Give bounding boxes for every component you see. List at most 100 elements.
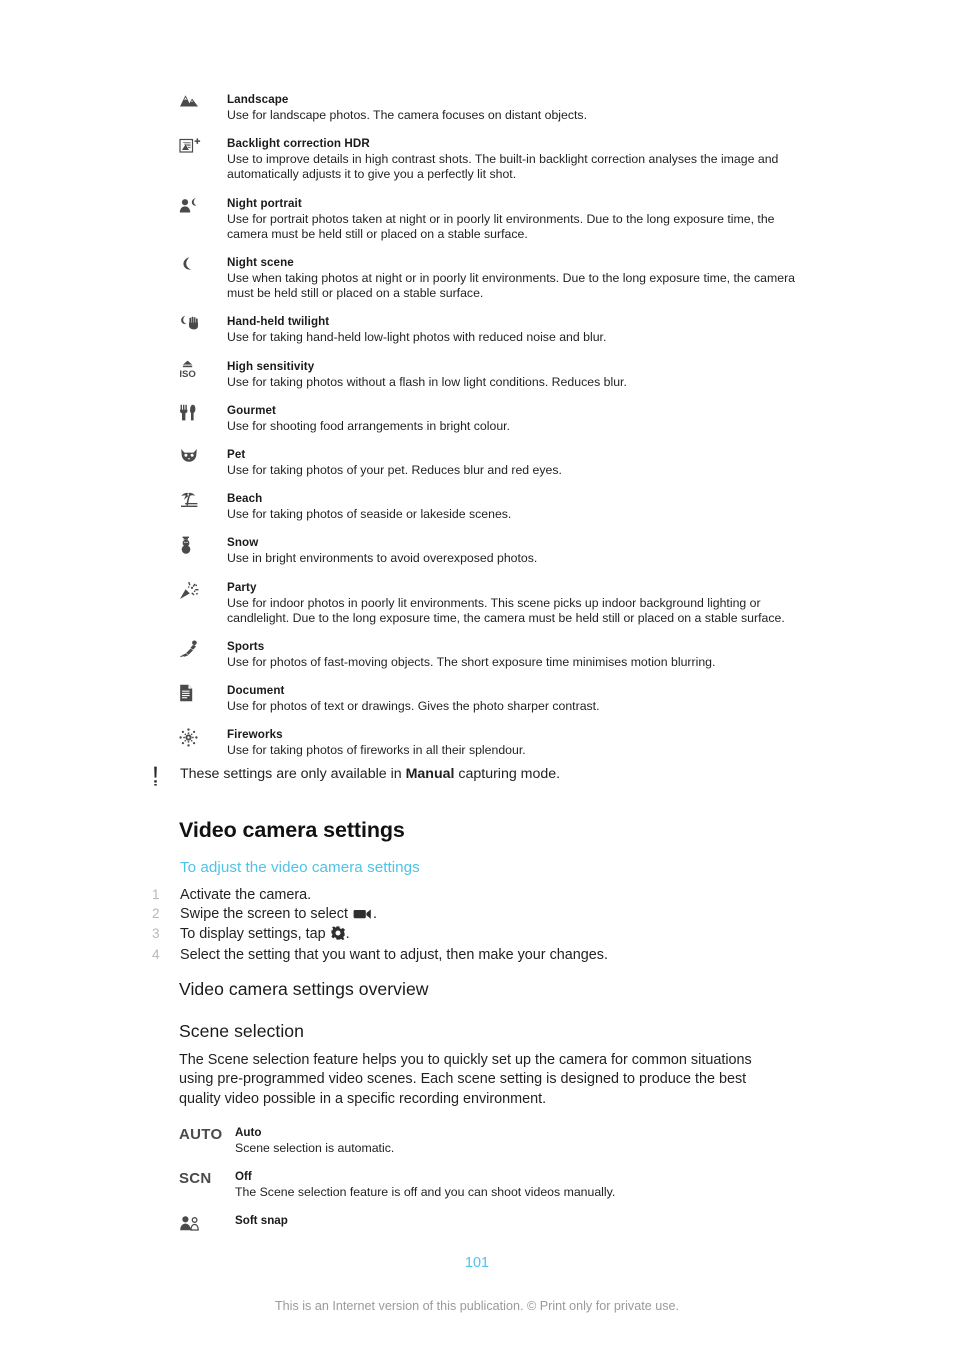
document-page-icon [179, 683, 227, 702]
scene-title: Night scene [227, 256, 294, 270]
step-text-after: . [345, 926, 350, 942]
scene-mode-item: ISO High sensitivity Use for taking phot… [179, 359, 804, 390]
scene-description: Use for taking photos of seaside or lake… [227, 507, 512, 522]
scene-title: Landscape [227, 93, 289, 106]
scene-description: Use for indoor photos in poorly lit envi… [227, 595, 785, 625]
scene-description: Use for landscape photos. The camera foc… [227, 108, 588, 122]
video-scene-description: Scene selection is automatic. [235, 1141, 395, 1155]
video-scene-item: Soft snap [179, 1214, 804, 1234]
fireworks-burst-icon [179, 727, 227, 748]
scene-mode-item: Night portrait Use for portrait photos t… [179, 196, 804, 242]
step-number: 3 [152, 926, 160, 941]
scene-description: Use for portrait photos taken at night o… [227, 211, 775, 241]
party-popper-icon [179, 580, 227, 600]
scene-title: Pet [227, 448, 246, 462]
step-item: 3 To display settings, tap . [152, 925, 832, 946]
scene-mode-item: Snow Use in bright environments to avoid… [179, 535, 804, 566]
video-scene-list: AUTO Auto Scene selection is automatic. … [179, 1126, 804, 1248]
snow-snowman-icon [179, 535, 227, 555]
video-scene-title: Auto [235, 1126, 262, 1139]
scene-mode-item: Gourmet Use for shooting food arrangemen… [179, 403, 804, 434]
scene-title: Beach [227, 492, 263, 506]
step-text-before: Swipe the screen to select [180, 905, 352, 922]
step-item: 2 Swipe the screen to select . [152, 905, 832, 926]
scene-description: Use for taking hand-held low-light photo… [227, 330, 607, 345]
night-scene-moon-icon [179, 255, 227, 273]
scene-description: Use when taking photos at night or in po… [227, 271, 796, 301]
step-number: 2 [152, 905, 160, 921]
step-text-after: . [372, 905, 377, 922]
scene-title: Document [227, 684, 285, 698]
soft-snap-portrait-icon [179, 1214, 235, 1234]
scene-title: Night portrait [227, 196, 302, 210]
scene-description: Use for taking photos without a flash in… [227, 374, 627, 389]
scene-title: Party [227, 580, 257, 594]
scene-mode-item: Landscape Use for landscape photos. The … [179, 92, 804, 123]
page-number: 101 [464, 1255, 489, 1271]
step-text-before: Select the setting that you want to adju… [180, 946, 608, 963]
scene-mode-item: Party Use for indoor photos in poorly li… [179, 580, 804, 626]
scene-title: Sports [227, 640, 265, 654]
scene-mode-item: Backlight correction HDR Use to improve … [179, 136, 804, 182]
step-text: Select the setting that you want to adju… [180, 946, 832, 965]
scene-title: Fireworks [227, 728, 283, 742]
scene-mode-item: Pet Use for taking photos of your pet. R… [179, 447, 804, 478]
svg-text:ISO: ISO [179, 369, 196, 379]
scene-mode-item: Night scene Use when taking photos at ni… [179, 255, 804, 301]
video-scene-description: The Scene selection feature is off and y… [235, 1185, 616, 1200]
step-number: 1 [152, 887, 160, 902]
scene-description: Use for taking photos of fireworks in al… [227, 743, 526, 758]
footer-copyright-note: This is an Internet version of this publ… [274, 1299, 680, 1313]
note-text: These settings are only available in Man… [180, 765, 560, 784]
step-text: Activate the camera. [180, 886, 832, 905]
scene-description: Use for photos of text or drawings. Give… [227, 699, 600, 714]
scene-title: Hand-held twilight [227, 315, 330, 329]
gear-settings-icon [330, 926, 345, 946]
scene-mode-item: Hand-held twilight Use for taking hand-h… [179, 314, 804, 345]
scene-description: Use for shooting food arrangements in br… [227, 418, 510, 433]
scene-description: Use for taking photos of your pet. Reduc… [227, 463, 562, 478]
scene-mode-item: Sports Use for photos of fast-moving obj… [179, 639, 804, 670]
procedure-link[interactable]: To adjust the video camera settings [180, 859, 420, 876]
scene-title: Snow [227, 536, 259, 550]
gourmet-cutlery-icon [179, 403, 227, 421]
landscape-mountain-icon [179, 92, 227, 109]
section-heading-overview: Video camera settings overview [179, 979, 429, 999]
step-text: To display settings, tap . [180, 925, 832, 946]
exclamation-warning-icon [152, 765, 180, 791]
scene-mode-item: Document Use for photos of text or drawi… [179, 683, 804, 714]
scene-title: Gourmet [227, 403, 277, 417]
scene-mode-list: Landscape Use for landscape photos. The … [179, 92, 804, 772]
night-portrait-icon [179, 196, 227, 214]
video-scene-item: SCN Off The Scene selection feature is o… [179, 1170, 804, 1200]
backlight-hdr-icon [179, 136, 227, 155]
step-text: Swipe the screen to select . [180, 905, 832, 926]
hand-held-twilight-icon [179, 314, 227, 330]
scene-title: Backlight correction HDR [227, 137, 370, 151]
video-scene-title: Off [235, 1170, 252, 1184]
step-item: 1 Activate the camera. [152, 886, 832, 905]
scn-text-icon: SCN [179, 1170, 212, 1188]
scene-description: Use to improve details in high contrast … [227, 152, 779, 182]
scene-mode-item: Fireworks Use for taking photos of firew… [179, 727, 804, 758]
procedure-steps: 1 Activate the camera. 2 Swipe the scree… [152, 886, 832, 964]
note-text-after: capturing mode. [454, 766, 561, 782]
scene-title: High sensitivity [227, 359, 315, 373]
high-sensitivity-iso-icon: ISO [179, 359, 227, 379]
sports-runner-icon [179, 639, 227, 658]
beach-palm-icon [179, 491, 227, 509]
video-scene-title: Soft snap [235, 1214, 288, 1228]
note-callout: These settings are only available in Man… [152, 765, 812, 791]
video-camera-icon [353, 907, 372, 926]
step-text-before: To display settings, tap [180, 926, 330, 942]
note-text-before: These settings are only available in [180, 766, 406, 782]
video-scene-item: AUTO Auto Scene selection is automatic. [179, 1126, 804, 1156]
step-item: 4 Select the setting that you want to ad… [152, 946, 832, 965]
page-title: Video camera settings [179, 818, 405, 842]
pet-cat-icon [179, 447, 227, 463]
scene-description: Use for photos of fast-moving objects. T… [227, 655, 716, 670]
note-text-bold: Manual [405, 766, 455, 782]
manual-page: Landscape Use for landscape photos. The … [0, 0, 954, 1350]
section-heading-scene-selection: Scene selection [179, 1021, 304, 1041]
step-text-before: Activate the camera. [180, 887, 312, 903]
